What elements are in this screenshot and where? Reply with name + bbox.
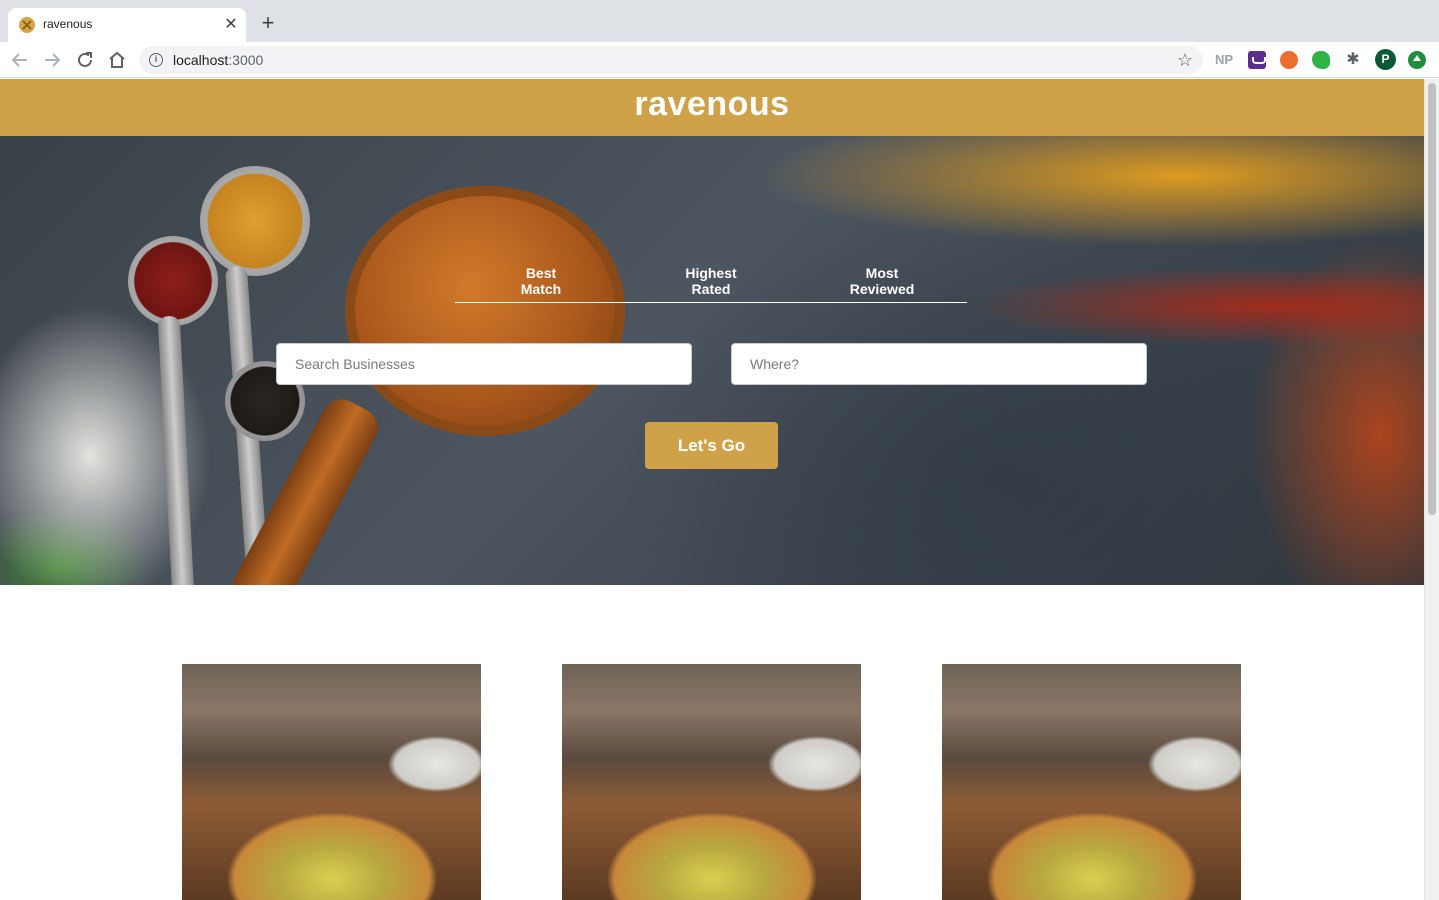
sort-option-best-match[interactable]: Best Match bbox=[491, 265, 591, 297]
np-extension-icon[interactable]: NP bbox=[1215, 51, 1233, 69]
address-bar[interactable]: i localhost:3000 ☆ bbox=[139, 46, 1203, 74]
url-port: :3000 bbox=[228, 52, 264, 68]
home-icon[interactable] bbox=[105, 48, 129, 72]
search-location-input[interactable] bbox=[731, 343, 1147, 385]
forward-icon[interactable] bbox=[40, 48, 64, 72]
browser-tab-strip: ravenous ✕ + bbox=[0, 0, 1439, 42]
new-tab-icon[interactable]: + bbox=[256, 12, 280, 36]
back-icon[interactable] bbox=[8, 48, 32, 72]
business-card-image[interactable] bbox=[182, 664, 481, 900]
url-text: localhost:3000 bbox=[173, 52, 263, 68]
sort-option-label: Best bbox=[525, 265, 557, 281]
profile-avatar[interactable]: P bbox=[1375, 49, 1396, 70]
site-header: ravenous bbox=[0, 79, 1424, 136]
reload-icon[interactable] bbox=[73, 48, 97, 72]
sort-option-highest-rated[interactable]: Highest Rated bbox=[661, 265, 761, 297]
page-viewport: ravenous Best Match Highest Rated Most R… bbox=[0, 79, 1424, 900]
paprika-spoon-image bbox=[128, 236, 218, 326]
search-term-input[interactable] bbox=[276, 343, 692, 385]
turmeric-spoon-image bbox=[200, 166, 310, 276]
page-scrollbar[interactable] bbox=[1424, 79, 1439, 900]
sort-option-label: Match bbox=[520, 281, 562, 297]
search-bar-hero: Best Match Highest Rated Most Reviewed L… bbox=[0, 136, 1424, 585]
spoon-stem-image bbox=[157, 315, 197, 585]
sort-option-most-reviewed[interactable]: Most Reviewed bbox=[832, 265, 932, 297]
wooden-spoon-image bbox=[345, 186, 625, 436]
puzzle-icon[interactable]: ✱ bbox=[1344, 51, 1362, 69]
business-card-image[interactable] bbox=[942, 664, 1241, 900]
scrollbar-thumb[interactable] bbox=[1428, 83, 1436, 515]
evernote-extension-icon[interactable] bbox=[1312, 51, 1330, 69]
pocket-extension-icon[interactable] bbox=[1248, 51, 1266, 69]
sort-option-label: Reviewed bbox=[849, 281, 915, 297]
star-icon[interactable]: ☆ bbox=[1175, 50, 1195, 70]
url-host: localhost bbox=[173, 52, 229, 68]
sort-options: Best Match Highest Rated Most Reviewed bbox=[455, 265, 967, 303]
sort-option-label: Rated bbox=[691, 281, 731, 297]
logo: ravenous bbox=[634, 85, 790, 123]
browser-toolbar: i localhost:3000 ☆ NP ✱ P bbox=[0, 42, 1439, 78]
sort-option-label: Highest bbox=[685, 265, 737, 281]
duckduckgo-extension-icon[interactable] bbox=[1280, 51, 1298, 69]
business-card-image[interactable] bbox=[562, 664, 861, 900]
info-icon[interactable]: i bbox=[149, 53, 163, 67]
tab-title: ravenous bbox=[43, 17, 93, 31]
browser-tab-active[interactable]: ravenous ✕ bbox=[8, 8, 246, 42]
ravenous-favicon-icon bbox=[19, 17, 35, 33]
sort-option-label: Most bbox=[865, 265, 899, 281]
lets-go-button[interactable]: Let's Go bbox=[645, 422, 778, 469]
update-icon[interactable] bbox=[1408, 51, 1426, 69]
close-tab-icon[interactable]: ✕ bbox=[222, 16, 240, 34]
